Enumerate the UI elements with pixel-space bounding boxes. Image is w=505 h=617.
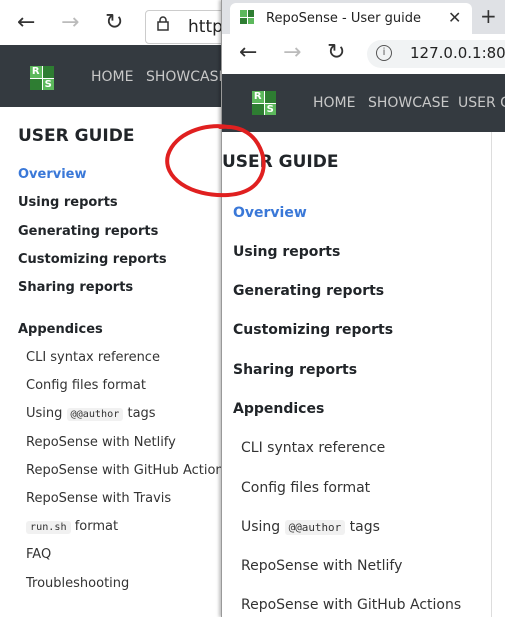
- tags-label: tags: [127, 406, 156, 421]
- sidebar-sub-config[interactable]: Config files format: [241, 480, 370, 496]
- new-tab-icon[interactable]: +: [480, 4, 497, 28]
- sidebar-sub-netlify[interactable]: RepoSense with Netlify: [26, 435, 176, 450]
- sidebar-sub-netlify[interactable]: RepoSense with Netlify: [241, 558, 402, 574]
- sidebar-sub-cli[interactable]: CLI syntax reference: [26, 350, 160, 365]
- logo-letter-s: S: [42, 78, 54, 90]
- runsh-code: run.sh: [26, 521, 71, 534]
- sidebar-divider: [491, 132, 492, 617]
- format-label: format: [74, 519, 119, 534]
- author-code: @@author: [66, 408, 124, 421]
- sidebar-sub-github[interactable]: RepoSense with GitHub Actions: [241, 597, 461, 613]
- logo-letter-r: R: [30, 66, 42, 78]
- sidebar-sub-config[interactable]: Config files format: [26, 378, 146, 393]
- sidebar-sub-cli[interactable]: CLI syntax reference: [241, 440, 385, 456]
- sidebar-sub-author-tags[interactable]: Using @@author tags: [241, 519, 380, 535]
- forward-arrow-icon[interactable]: →: [283, 42, 301, 64]
- sidebar-appendices-heading[interactable]: Appendices: [18, 322, 103, 337]
- favicon-cell: [247, 10, 254, 17]
- sidebar-item-generating-reports[interactable]: Generating reports: [18, 224, 158, 239]
- nav-user-guide-link[interactable]: USER GUIDE: [458, 95, 505, 111]
- tab-reposense-user-guide[interactable]: RepoSense - User guide ✕: [230, 3, 472, 34]
- tab-favicon: [240, 10, 254, 24]
- sidebar-item-using-reports[interactable]: Using reports: [233, 244, 340, 260]
- foreground-browser-window: RepoSense - User guide ✕ + ← → ↻ i 127.0…: [221, 0, 505, 617]
- tab-title: RepoSense - User guide: [266, 11, 421, 26]
- tab-strip: RepoSense - User guide ✕ +: [222, 0, 505, 34]
- logo-letter-s: S: [264, 103, 276, 115]
- sidebar-item-generating-reports[interactable]: Generating reports: [233, 283, 384, 299]
- sidebar-sub-runsh-format[interactable]: run.sh format: [26, 519, 118, 534]
- using-label: Using: [26, 406, 63, 421]
- nav-home-link[interactable]: HOME: [313, 95, 355, 111]
- reposense-logo[interactable]: R S: [252, 91, 276, 115]
- sidebar-sub-github[interactable]: RepoSense with GitHub Actions: [26, 463, 230, 478]
- lock-icon: [157, 16, 169, 31]
- close-icon[interactable]: ✕: [448, 8, 461, 27]
- sidebar-sub-troubleshooting[interactable]: Troubleshooting: [26, 576, 129, 591]
- back-arrow-icon[interactable]: ←: [17, 12, 35, 34]
- nav-showcase-link[interactable]: SHOWCASE: [368, 95, 449, 111]
- logo-cell: [264, 91, 276, 103]
- right-url-text[interactable]: 127.0.0.1:8080: [410, 44, 505, 62]
- sidebar-item-sharing-reports[interactable]: Sharing reports: [18, 280, 133, 295]
- sidebar-item-using-reports[interactable]: Using reports: [18, 195, 118, 210]
- favicon-cell: [240, 10, 247, 17]
- logo-cell: [30, 78, 42, 90]
- refresh-icon[interactable]: ↻: [327, 42, 345, 64]
- back-arrow-icon[interactable]: ←: [239, 42, 257, 64]
- tags-label: tags: [349, 519, 380, 535]
- logo-cell: [42, 66, 54, 78]
- nav-showcase-link[interactable]: SHOWCASE: [146, 69, 227, 85]
- sidebar-title: USER GUIDE: [18, 126, 135, 146]
- sidebar-item-sharing-reports[interactable]: Sharing reports: [233, 362, 357, 378]
- reposense-logo[interactable]: R S: [30, 66, 54, 90]
- sidebar-item-overview[interactable]: Overview: [18, 167, 87, 182]
- author-code: @@author: [284, 520, 346, 535]
- nav-home-link[interactable]: HOME: [91, 69, 133, 85]
- logo-cell: [252, 103, 264, 115]
- favicon-cell: [247, 17, 254, 24]
- forward-arrow-icon[interactable]: →: [61, 12, 79, 34]
- using-label: Using: [241, 519, 281, 535]
- favicon-cell: [240, 17, 247, 24]
- sidebar-item-customizing-reports[interactable]: Customizing reports: [18, 252, 167, 267]
- info-icon[interactable]: i: [376, 45, 392, 61]
- sidebar-item-customizing-reports[interactable]: Customizing reports: [233, 322, 393, 338]
- logo-letter-r: R: [252, 91, 264, 103]
- sidebar-appendices-heading[interactable]: Appendices: [233, 401, 324, 417]
- refresh-icon[interactable]: ↻: [105, 12, 123, 34]
- red-circle-annotation: [165, 124, 266, 198]
- sidebar-sub-travis[interactable]: RepoSense with Travis: [26, 491, 171, 506]
- sidebar-sub-faq[interactable]: FAQ: [26, 547, 51, 562]
- sidebar-sub-author-tags[interactable]: Using @@author tags: [26, 406, 156, 421]
